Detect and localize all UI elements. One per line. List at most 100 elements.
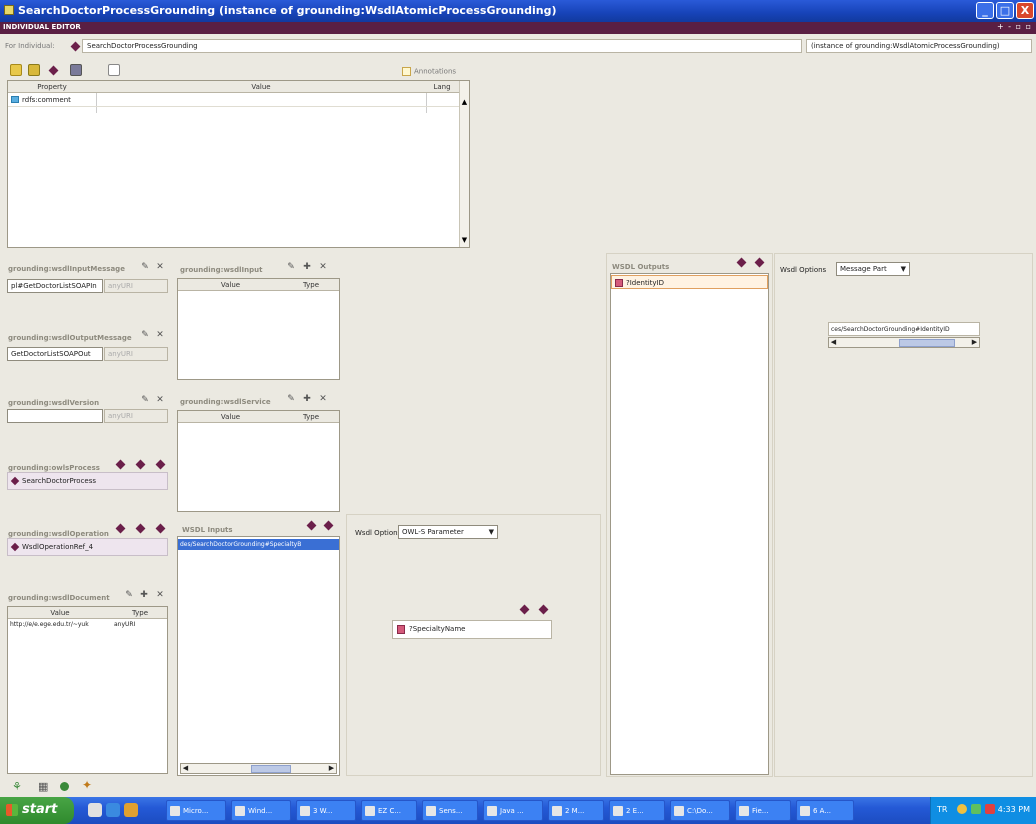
wsdl-output-options-label: Wsdl Options	[780, 266, 827, 274]
taskbar-button[interactable]: 3 W...	[296, 800, 356, 821]
set-value-icon[interactable]	[115, 459, 126, 470]
taskbar-button[interactable]: Fie...	[735, 800, 791, 821]
window-title-bar[interactable]: SearchDoctorProcessGrounding (instance o…	[0, 0, 1036, 22]
wsdl-output-message-value[interactable]: GetDoctorListSOAPOut	[7, 347, 103, 361]
wsdl-input-message-type[interactable]: anyURI	[104, 279, 168, 293]
add-property-icon[interactable]	[28, 64, 40, 76]
add-mapping-icon[interactable]	[306, 520, 317, 531]
remove-icon[interactable]: ✕	[155, 395, 165, 405]
wsdl-input-table[interactable]: Value Type	[177, 278, 340, 380]
wand-icon[interactable]: ✦	[82, 778, 96, 792]
edit-icon[interactable]: ✎	[140, 395, 150, 405]
message-part-hscroll[interactable]: ◀ ▶	[828, 337, 980, 348]
scroll-up-icon[interactable]: ▲	[461, 98, 468, 107]
wsdl-output-message-type[interactable]: anyURI	[104, 347, 168, 361]
scroll-right-icon[interactable]: ▶	[327, 764, 336, 773]
wsdl-output-options-select[interactable]: Message Part ▼	[836, 262, 910, 276]
scroll-left-icon[interactable]: ◀	[181, 764, 190, 773]
edit-icon[interactable]: ✎	[140, 262, 150, 272]
tree-icon[interactable]: ⚘	[12, 780, 24, 793]
taskbar-button[interactable]: C:\Do...	[670, 800, 730, 821]
table-row[interactable]: rdfs:comment	[8, 93, 460, 107]
scroll-thumb[interactable]	[899, 339, 955, 347]
delete-icon[interactable]	[70, 64, 82, 76]
create-instance-icon[interactable]	[135, 459, 146, 470]
create-instance-icon[interactable]	[135, 523, 146, 534]
taskbar-button[interactable]: Sens...	[422, 800, 478, 821]
close-button[interactable]: X	[1016, 2, 1034, 19]
property-table[interactable]: Property Value Lang rdfs:comment ▲ ▼	[7, 80, 470, 248]
owls-process-value[interactable]: SearchDoctorProcess	[7, 472, 168, 490]
wsdl-version-value[interactable]	[7, 409, 103, 423]
add-icon[interactable]: ✚	[139, 590, 149, 600]
quicklaunch-ie-icon[interactable]	[106, 803, 120, 817]
set-value-icon[interactable]	[115, 523, 126, 534]
list-item[interactable]: ?IdentityID	[611, 275, 768, 289]
quicklaunch-desktop-icon[interactable]	[88, 803, 102, 817]
taskbar-button[interactable]: Wind...	[231, 800, 291, 821]
grid-icon[interactable]: ▦	[38, 780, 50, 793]
edit-icon[interactable]: ✎	[140, 330, 150, 340]
editor-header-controls[interactable]: + - ▫ ▫	[997, 22, 1032, 31]
remove-mapping-icon[interactable]	[323, 520, 334, 531]
taskbar-button[interactable]: 2 M...	[548, 800, 604, 821]
tray-icon[interactable]	[957, 804, 967, 814]
minimize-button[interactable]: _	[976, 2, 994, 19]
individual-icon[interactable]	[48, 65, 59, 76]
wsdl-inputs-list[interactable]: des/SearchDoctorGrounding#SpecialtyB ◀ ▶	[177, 536, 340, 776]
scroll-left-icon[interactable]: ◀	[829, 338, 838, 347]
start-button[interactable]: start	[0, 797, 74, 824]
message-part-field[interactable]: ces/SearchDoctorGrounding#IdentityID ◀ ▶	[828, 322, 980, 354]
taskbar-button[interactable]: 2 E...	[609, 800, 665, 821]
language-indicator[interactable]: TR	[937, 805, 947, 814]
maximize-button[interactable]: □	[996, 2, 1014, 19]
wsdl-version-title: grounding:wsdlVersion	[8, 399, 100, 407]
taskbar-button[interactable]: Micro...	[166, 800, 226, 821]
edit-icon[interactable]: ✎	[286, 262, 296, 272]
scroll-down-icon[interactable]: ▼	[461, 236, 468, 245]
message-part-value[interactable]: ces/SearchDoctorGrounding#IdentityID	[828, 322, 980, 336]
tray-icon[interactable]	[971, 804, 981, 814]
remove-icon[interactable]: ✕	[318, 394, 328, 404]
document-icon[interactable]	[108, 64, 120, 76]
wsdl-input-message-value[interactable]: pl#GetDoctorListSOAPIn	[7, 279, 103, 293]
clock[interactable]: 4:33 PM	[998, 805, 1030, 814]
wsdl-outputs-list[interactable]: ?IdentityID	[610, 273, 769, 775]
add-icon[interactable]: ✚	[302, 394, 312, 404]
wsdl-version-type[interactable]: anyURI	[104, 409, 168, 423]
remove-icon[interactable]: ✕	[155, 330, 165, 340]
taskbar: start Micro... Wind... 3 W... EZ C... Se…	[0, 797, 1036, 824]
quicklaunch-media-icon[interactable]	[124, 803, 138, 817]
annotations-toggle[interactable]: Annotations	[402, 67, 456, 76]
edit-icon[interactable]: ✎	[124, 590, 134, 600]
remove-value-icon[interactable]	[155, 459, 166, 470]
scroll-right-icon[interactable]: ▶	[970, 338, 979, 347]
wsdl-document-table[interactable]: Value Type http://e/e.ege.edu.tr/~yuk an…	[7, 606, 168, 774]
tray-icon[interactable]	[985, 804, 995, 814]
taskbar-button-label: 2 E...	[626, 807, 644, 815]
taskbar-button[interactable]: EZ C...	[361, 800, 417, 821]
table-scrollbar[interactable]: ▲ ▼	[459, 81, 469, 247]
list-item[interactable]: des/SearchDoctorGrounding#SpecialtyB	[178, 539, 339, 550]
owls-parameter-box[interactable]: ?SpecialtyName	[392, 620, 552, 639]
table-row[interactable]: http://e/e.ege.edu.tr/~yuk anyURI	[8, 619, 167, 630]
taskbar-button[interactable]: 6 A...	[796, 800, 854, 821]
add-icon[interactable]: ✚	[302, 262, 312, 272]
create-instance-icon[interactable]	[10, 64, 22, 76]
remove-icon[interactable]: ✕	[155, 590, 165, 600]
wsdl-operation-title: grounding:wsdlOperation	[8, 530, 109, 538]
annotations-checkbox-icon[interactable]	[402, 67, 411, 76]
wsdl-inputs-hscroll[interactable]: ◀ ▶	[180, 763, 337, 774]
remove-value-icon[interactable]	[155, 523, 166, 534]
remove-icon[interactable]: ✕	[155, 262, 165, 272]
wsdl-operation-value[interactable]: WsdlOperationRef_4	[7, 538, 168, 556]
wsdl-service-table[interactable]: Value Type	[177, 410, 340, 512]
edit-icon[interactable]: ✎	[286, 394, 296, 404]
status-icon[interactable]	[60, 782, 69, 791]
wsdl-options-select[interactable]: OWL-S Parameter ▼	[398, 525, 498, 539]
taskbar-button[interactable]: Java ...	[483, 800, 543, 821]
remove-icon[interactable]: ✕	[318, 262, 328, 272]
scroll-thumb[interactable]	[251, 765, 291, 773]
owls-process-title: grounding:owlsProcess	[8, 464, 100, 472]
individual-name-field[interactable]: SearchDoctorProcessGrounding	[82, 39, 802, 53]
